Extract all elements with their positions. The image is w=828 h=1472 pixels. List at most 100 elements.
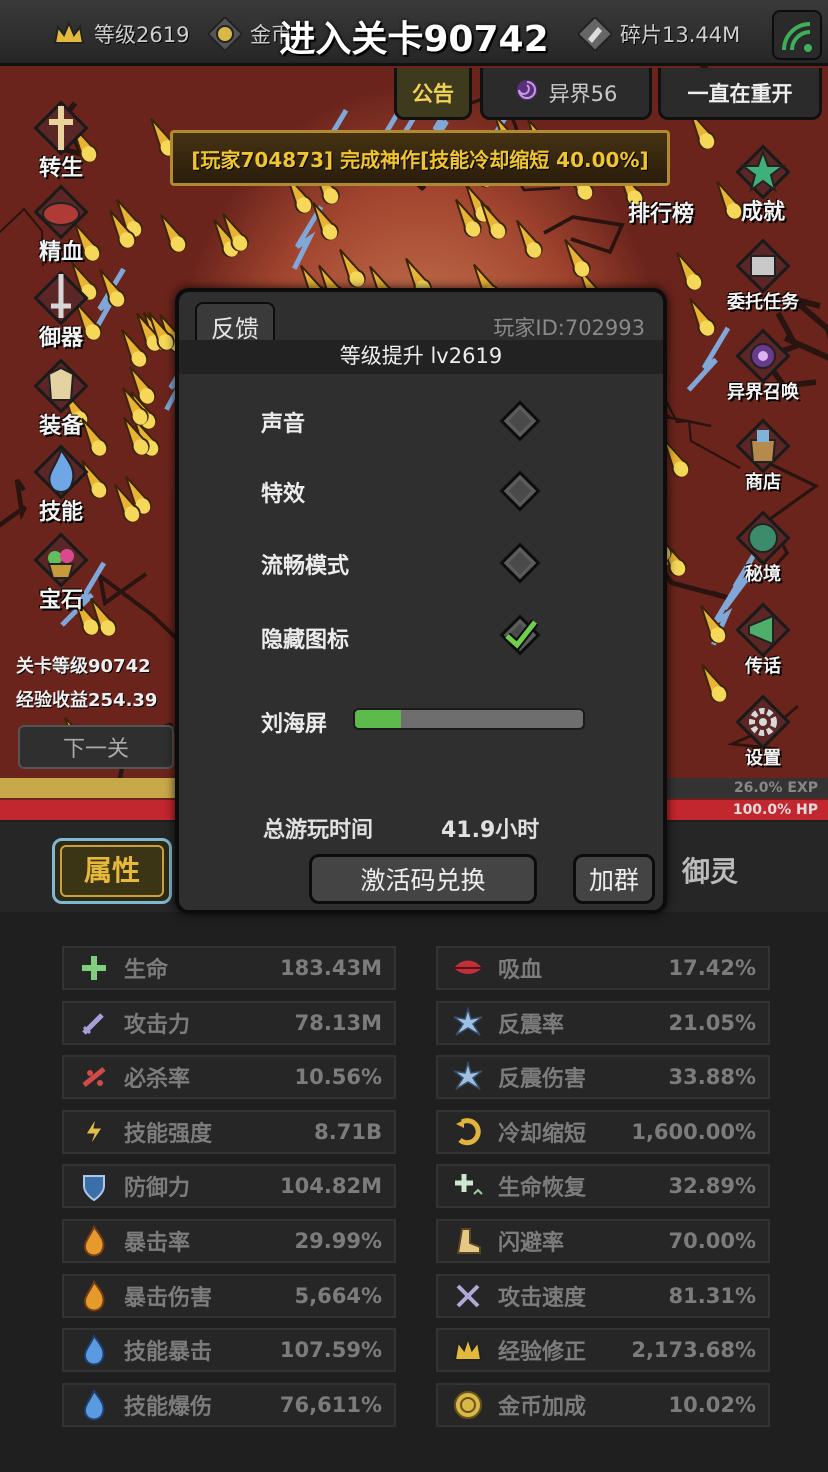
shards-resource: 碎片13.44M (578, 14, 740, 54)
checkbox-checked-icon (499, 614, 541, 656)
stat-value: 32.89% (668, 1174, 756, 1199)
stat-value: 33.88% (668, 1065, 756, 1090)
stat-row: 技能强度 8.71B (62, 1109, 396, 1154)
stat-row: 闪避率 70.00% (436, 1219, 770, 1263)
stat-row: 攻击力 78.13M (62, 1000, 396, 1045)
shards-text: 碎片13.44M (620, 23, 741, 47)
menu-equipment[interactable]: 装备 (16, 354, 106, 440)
stat-row: 生命恢复 32.89% (436, 1164, 770, 1209)
menu-essence-blood[interactable]: 精血 (16, 180, 106, 266)
stat-name: 反震伤害 (498, 1067, 587, 1093)
menu-secret-realm[interactable]: 秘境 (718, 506, 808, 586)
crown-icon (438, 1330, 498, 1370)
stat-name: 暴击率 (124, 1231, 191, 1256)
stat-name: 生命恢复 (498, 1176, 587, 1202)
cross-icon (64, 948, 124, 988)
vortex-icon (515, 78, 539, 107)
stat-row: 生命 183.43M (62, 946, 396, 990)
stat-value: 10.02% (668, 1392, 756, 1417)
effects-toggle[interactable] (497, 468, 543, 514)
sound-label: 声音 (261, 412, 306, 437)
playtime-value: 41.9小时 (441, 818, 540, 843)
stat-row: 吸血 17.42% (436, 946, 770, 990)
redeem-code-button[interactable]: 激活码兑换 (309, 854, 537, 904)
stat-row: 攻击速度 81.31% (436, 1273, 770, 1318)
notch-slider[interactable] (353, 708, 585, 730)
stat-name: 反震率 (498, 1012, 565, 1038)
menu-settings[interactable]: 设置 (718, 690, 808, 770)
signal-button[interactable] (772, 10, 822, 60)
stat-value: 8.71B (314, 1119, 382, 1144)
fireball-mark (160, 213, 187, 253)
sound-toggle[interactable] (497, 398, 543, 444)
tab-restart[interactable]: 一直在重开 (658, 68, 822, 120)
stat-value: 183.43M (280, 956, 382, 980)
menu-commission[interactable]: 委托任务 (718, 234, 808, 314)
stat-name: 技能强度 (124, 1121, 213, 1147)
checkbox-empty-icon (499, 542, 541, 584)
coin-icon (438, 1385, 498, 1425)
stat-row: 防御力 104.82M (62, 1164, 396, 1209)
menu-label: 技能 (38, 500, 83, 525)
stat-name: 暴击伤害 (124, 1285, 213, 1311)
exp-gain-text: 经验收益254.39 (16, 690, 158, 711)
menu-skill[interactable]: 技能 (16, 440, 106, 526)
playtime-label: 总游玩时间 (263, 818, 374, 843)
join-group-button[interactable]: 加群 (573, 854, 655, 904)
stat-name: 防御力 (124, 1176, 191, 1202)
menu-label: 御器 (38, 326, 83, 351)
menu-achievement[interactable]: 成就 (718, 140, 808, 226)
tab-restart-label: 一直在重开 (687, 81, 793, 106)
stat-name: 攻击力 (124, 1012, 191, 1038)
smooth-mode-toggle[interactable] (497, 540, 543, 586)
stat-row: 暴击率 29.99% (62, 1219, 396, 1263)
stage-level-text: 关卡等级90742 (16, 656, 151, 677)
swords-icon (438, 1276, 498, 1316)
stat-row: 经验修正 2,173.68% (436, 1328, 770, 1373)
fireball-mark (339, 248, 366, 288)
announcement-banner: [玩家704873] 完成神作[技能冷却缩短 40.00%] (170, 130, 670, 186)
stat-row: 必杀率 10.56% (62, 1055, 396, 1100)
fireball-mark (689, 297, 716, 337)
hide-icons-toggle[interactable] (497, 612, 543, 658)
tab-attributes[interactable]: 属性 (52, 838, 172, 904)
cooldown-icon (438, 1112, 498, 1152)
menu-label: 转生 (38, 156, 83, 181)
menu-leaderboard[interactable]: 排行榜 (616, 196, 706, 228)
stat-row: 冷却缩短 1,600.00% (436, 1109, 770, 1154)
next-stage-button[interactable]: 下一关 (18, 725, 174, 769)
menu-message[interactable]: 传话 (718, 598, 808, 678)
stat-row: 技能爆伤 76,611% (62, 1382, 396, 1427)
menu-label: 委托任务 (727, 292, 799, 313)
menu-label: 精血 (38, 240, 83, 265)
tab-notice[interactable]: 公告 (394, 68, 472, 120)
menu-gems[interactable]: 宝石 (16, 528, 106, 614)
level-up-banner: 等级提升 lv2619 (179, 340, 663, 374)
menu-otherworld-summon[interactable]: 异界召唤 (718, 324, 808, 404)
stats-panel: 生命 183.43M 攻击力 78.13M 必杀率 10.56% 技能强度 8.71B 防御力 1… (0, 912, 828, 1472)
checkbox-empty-icon (499, 400, 541, 442)
stat-value: 104.82M (280, 1174, 382, 1199)
stat-value: 107.59% (279, 1338, 382, 1363)
tab-otherworld[interactable]: 异界56 (480, 68, 652, 120)
menu-label: 装备 (38, 414, 83, 439)
menu-label: 异界召唤 (727, 382, 799, 403)
settings-modal: 反馈 玩家ID:702993 等级提升 lv2619 声音 特效 流畅模式 隐藏… (175, 288, 667, 914)
stat-value: 5,664% (294, 1283, 382, 1308)
fireball-mark (676, 251, 703, 291)
shard-icon (578, 17, 612, 51)
menu-label: 秘境 (745, 564, 781, 585)
menu-shop[interactable]: 商店 (718, 414, 808, 494)
menu-rebirth[interactable]: 转生 (16, 96, 106, 182)
stat-name: 技能暴击 (124, 1340, 213, 1366)
stat-name: 吸血 (498, 958, 543, 983)
notch-label: 刘海屏 (261, 712, 328, 737)
shield-icon (64, 1166, 124, 1206)
player-id: 玩家ID:702993 (493, 316, 645, 340)
tab-spirit[interactable]: 御灵 (682, 850, 738, 890)
lightning-icon (64, 1112, 124, 1152)
flame-icon (64, 1276, 124, 1316)
notch-slider-fill (355, 710, 401, 728)
menu-artifact[interactable]: 御器 (16, 266, 106, 352)
smooth-mode-label: 流畅模式 (261, 554, 350, 579)
